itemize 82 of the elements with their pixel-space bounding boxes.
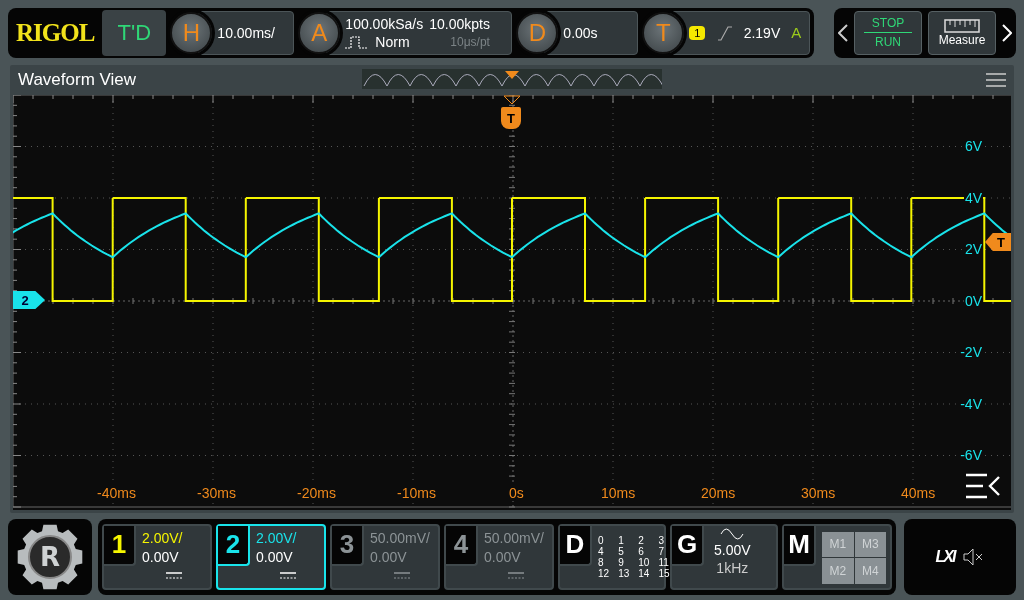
resolution-value: 10μs/pt xyxy=(450,34,490,49)
generator-card[interactable]: G 5.00V 1kHz xyxy=(670,523,778,590)
channel-offset: 0.00V xyxy=(256,548,294,565)
generator-label: G xyxy=(672,525,704,566)
digital-channel: 2 xyxy=(638,534,645,546)
logo-letter: R xyxy=(40,541,60,572)
time-label: 10ms xyxy=(600,485,637,501)
trigger-level: 2.19V xyxy=(743,24,781,41)
trigger-position-icon xyxy=(503,95,521,105)
voltage-label: 2V xyxy=(963,241,983,257)
channel-number: 1 xyxy=(104,525,136,566)
digital-channel: 0 xyxy=(598,534,605,546)
trigger-source: 1 xyxy=(689,25,706,40)
channel-scale: 2.00V/ xyxy=(256,529,297,546)
channel-card[interactable]: 4 50.00mV/ 0.00V xyxy=(444,523,554,590)
generator-amplitude: 5.00V xyxy=(714,541,751,558)
time-label: -20ms xyxy=(296,485,337,501)
main-menu-button[interactable]: R xyxy=(8,518,92,595)
chevron-left-icon[interactable] xyxy=(838,23,848,42)
collapse-menu-icon[interactable] xyxy=(965,473,1001,499)
digital-channel: 8 xyxy=(598,556,605,568)
time-label: 40ms xyxy=(900,485,937,501)
window-title: Waveform View xyxy=(18,70,137,90)
time-label: 20ms xyxy=(700,485,737,501)
digital-channel: 1 xyxy=(618,534,625,546)
time-label: 30ms xyxy=(800,485,837,501)
stop-run-button[interactable]: STOP RUN xyxy=(854,10,922,55)
channel-number: 2 xyxy=(218,525,250,566)
time-label: 0s xyxy=(508,485,525,501)
channel-offset: 0.00V xyxy=(142,548,180,565)
ruler-icon xyxy=(944,18,980,33)
digital-channel: 5 xyxy=(618,545,625,557)
digital-channel: 13 xyxy=(618,567,630,579)
channel-marker[interactable]: 2 xyxy=(13,291,45,309)
digital-channel: 10 xyxy=(638,556,650,568)
digital-channel: 6 xyxy=(638,545,645,557)
sine-icon xyxy=(720,527,745,540)
voltage-label: -6V xyxy=(959,447,983,463)
memory-depth: 10.00kpts xyxy=(429,15,490,32)
dc-coupling-icon xyxy=(508,571,524,580)
sweep-mode: A xyxy=(791,24,802,41)
channel-number: 3 xyxy=(332,525,364,566)
channel-scale: 2.00V/ xyxy=(142,529,183,546)
digital-channel: 4 xyxy=(598,545,605,557)
voltage-label: 6V xyxy=(963,138,983,154)
digital-channel: 12 xyxy=(598,567,610,579)
lxi-label: LXI xyxy=(935,547,955,566)
channel-offset: 0.00V xyxy=(370,548,408,565)
dc-coupling-icon xyxy=(394,571,410,580)
mode-button[interactable]: T'D xyxy=(102,9,167,56)
voltage-label: -2V xyxy=(959,344,983,360)
trigger-marker[interactable]: T xyxy=(501,107,521,129)
time-label: -10ms xyxy=(396,485,437,501)
digital-channel: 3 xyxy=(658,534,665,546)
channel-card[interactable]: 3 50.00mV/ 0.00V xyxy=(330,523,440,590)
digital-channel: 14 xyxy=(638,567,650,579)
channel-number: 4 xyxy=(446,525,478,566)
digital-channel: 9 xyxy=(618,556,625,568)
math-label: M xyxy=(784,525,816,566)
rising-edge-icon xyxy=(716,24,733,41)
dc-coupling-icon xyxy=(280,571,296,580)
time-label: -40ms xyxy=(96,485,137,501)
channel-card[interactable]: 2 2.00V/ 0.00V xyxy=(216,523,326,590)
channel-card[interactable]: 1 2.00V/ 0.00V xyxy=(102,523,212,590)
menu-icon[interactable] xyxy=(986,73,1006,87)
generator-frequency: 1kHz xyxy=(716,559,749,576)
time-label: -30ms xyxy=(196,485,237,501)
trigger-level-marker[interactable]: T xyxy=(985,233,1011,251)
dc-coupling-icon xyxy=(166,571,182,580)
channel-offset: 0.00V xyxy=(484,548,522,565)
measure-button[interactable]: Measure xyxy=(928,10,996,55)
channel-scale: 50.00mV/ xyxy=(484,529,544,546)
timebase-value: 10.00ms/ xyxy=(217,24,275,41)
digital-channel: 7 xyxy=(658,545,665,557)
acquire-mode: Norm xyxy=(375,33,410,50)
sample-rate: 100.00kSa/s xyxy=(345,15,424,32)
digital-label: D xyxy=(560,525,592,566)
channel-scale: 50.00mV/ xyxy=(370,529,430,546)
delay-value: 0.00s xyxy=(563,24,598,41)
mute-icon[interactable] xyxy=(962,547,985,566)
chevron-right-icon[interactable] xyxy=(1002,23,1012,42)
brand-logo: RIGOL xyxy=(15,18,96,47)
